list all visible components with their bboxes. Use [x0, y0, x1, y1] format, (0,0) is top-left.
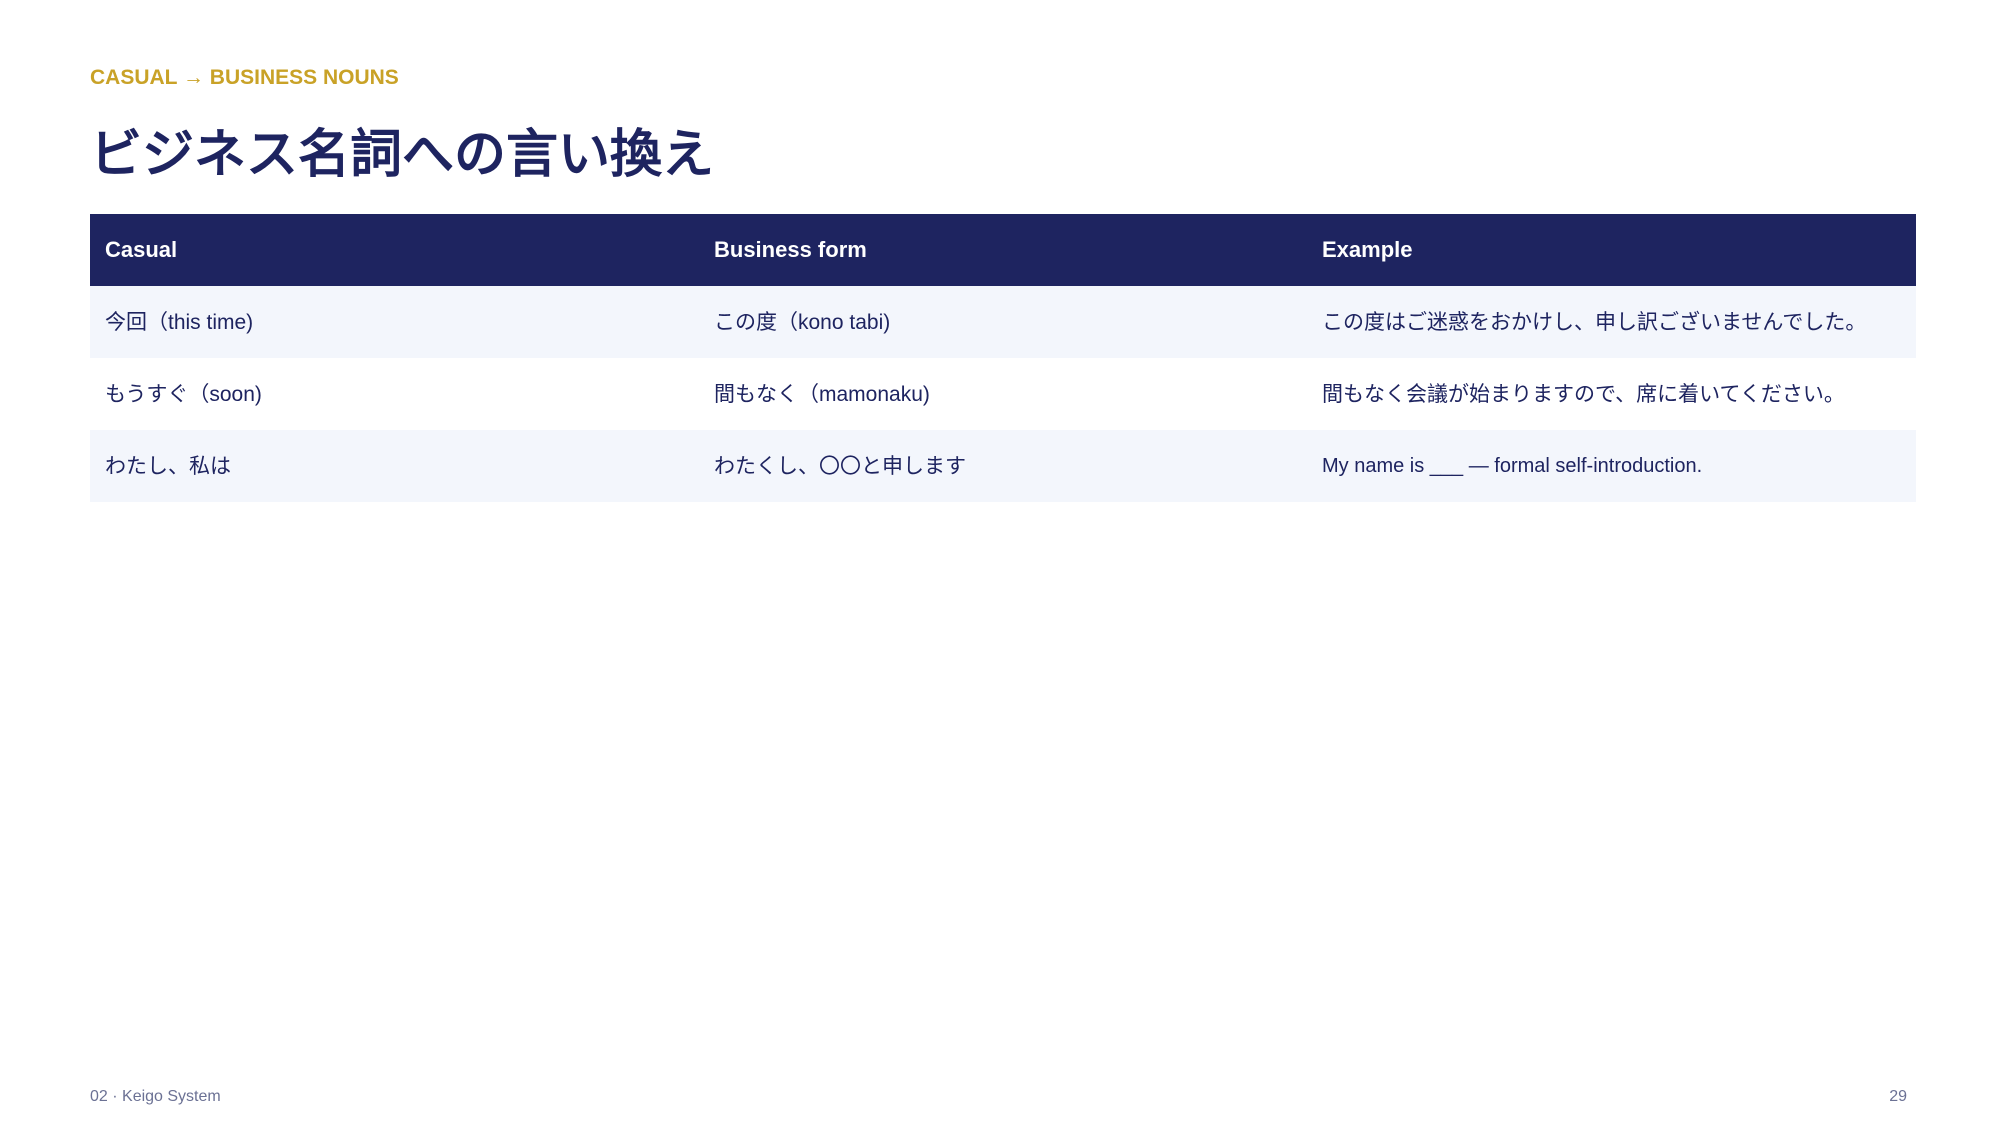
footer-page-number: 29 — [1889, 1088, 1907, 1105]
column-header-business-form: Business form — [714, 237, 867, 262]
cell-casual: 今回（this time) — [105, 310, 254, 334]
footer-section-label: 02 · Keigo System — [90, 1088, 221, 1105]
cell-business-form: わたくし、〇〇と申します — [714, 454, 966, 478]
cell-casual: わたし、私は — [105, 454, 231, 478]
section-eyebrow: CASUAL → BUSINESS NOUNS — [90, 66, 399, 89]
column-header-casual: Casual — [105, 237, 178, 262]
table-header-row: Casual Business form Example — [90, 214, 1916, 286]
vocabulary-table: Casual Business form Example 今回（this tim… — [90, 214, 1916, 502]
slide: CASUAL → BUSINESS NOUNS ビジネス名詞への言い換え Cas… — [0, 0, 1996, 1125]
cell-example: この度はご迷惑をおかけし、申し訳ございませんでした。 — [1322, 310, 1867, 334]
cell-casual: もうすぐ（soon) — [105, 382, 262, 406]
page-title: ビジネス名詞への言い換え — [90, 124, 715, 185]
cell-business-form: 間もなく（mamonaku) — [714, 382, 930, 406]
cell-example: My name is ___ — formal self-introductio… — [1322, 454, 1703, 477]
table-row: もうすぐ（soon) 間もなく（mamonaku) 間もなく会議が始まりますので… — [90, 358, 1916, 430]
column-header-example: Example — [1322, 237, 1413, 262]
table-row: 今回（this time) この度（kono tabi) この度はご迷惑をおかけ… — [90, 286, 1916, 358]
cell-business-form: この度（kono tabi) — [714, 310, 891, 334]
table-row: わたし、私は わたくし、〇〇と申します My name is ___ — for… — [90, 430, 1916, 502]
cell-example: 間もなく会議が始まりますので、席に着いてください。 — [1322, 382, 1845, 406]
